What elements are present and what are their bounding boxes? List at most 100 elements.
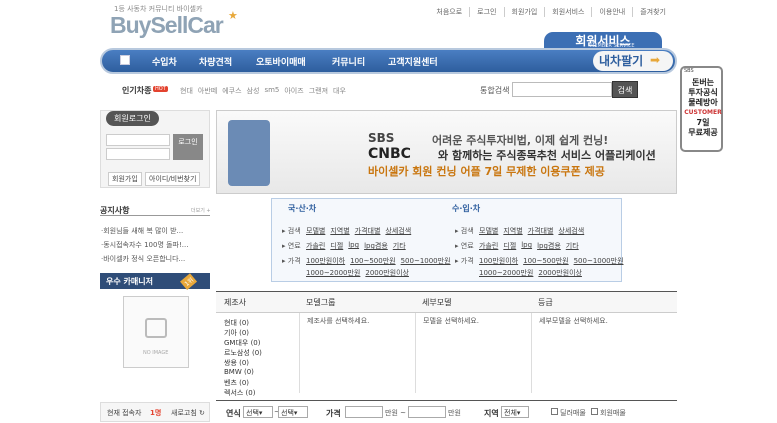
link[interactable]: 2000만원이상 (365, 268, 409, 278)
year-from-select[interactable]: 선택▾ (243, 406, 273, 418)
link[interactable]: lpg겸용 (537, 241, 561, 251)
maker-item[interactable]: 렉서스 (0) (224, 388, 255, 398)
password-input[interactable] (106, 148, 170, 160)
link[interactable]: 500~1000만원 (574, 256, 624, 266)
search-input[interactable] (512, 82, 612, 97)
link[interactable]: 가솔린 (479, 241, 498, 251)
link[interactable]: 2000만원이상 (538, 268, 582, 278)
link[interactable]: 디젤 (330, 241, 343, 251)
maker-item[interactable]: 기아 (0) (224, 328, 249, 338)
year-label: 연식 (226, 409, 241, 418)
notice-more-link[interactable]: 더보기 + (191, 207, 211, 214)
top-links: 처음으로 로그인 회원가입 회원서비스 이용안내 즐겨찾기 (429, 7, 673, 17)
link[interactable]: 가격대별 (355, 226, 381, 236)
top-link-member-service[interactable]: 회원서비스 (545, 7, 593, 17)
region-select[interactable]: 전체▾ (501, 406, 529, 418)
link[interactable]: 모델별 (306, 226, 325, 236)
link[interactable]: 100~500만원 (350, 256, 395, 266)
popular-brands: 현대 아반떼 에쿠스 삼성 sm5 아이즈 그랜져 대우 (180, 86, 346, 96)
top-link-login[interactable]: 로그인 (470, 7, 505, 17)
unit-text: 만원 ~ (385, 409, 406, 417)
join-button[interactable]: 회원가입 (108, 172, 142, 186)
grade-hint: 세부모델을 선택하세요. (539, 317, 608, 325)
link[interactable]: 상세검색 (385, 226, 411, 236)
notice-item[interactable]: ·회원님들 새해 복 많이 받... (101, 226, 183, 236)
link[interactable]: 1000~2000만원 (479, 268, 533, 278)
popular-brand[interactable]: 현대 (180, 86, 193, 96)
grid-header-grade: 등급 (538, 298, 553, 307)
link[interactable]: 기타 (566, 241, 579, 251)
domestic-title: 국·산·차 (288, 204, 317, 213)
search-button[interactable]: 검색 (612, 81, 638, 98)
maker-item[interactable]: 벤츠 (0) (224, 378, 249, 388)
popular-brand[interactable]: 대우 (333, 86, 346, 96)
popular-brand[interactable]: 에쿠스 (222, 86, 241, 96)
phone-ad-line: CUSTOMER (684, 109, 722, 116)
link[interactable]: 가솔린 (306, 241, 325, 251)
popular-brand[interactable]: 아반떼 (198, 86, 217, 96)
link[interactable]: 1000~2000만원 (306, 268, 360, 278)
phone-ad-line: 돈버는 (691, 78, 715, 87)
maker-item[interactable]: BMW (0) (224, 368, 254, 376)
member-label: 회원매물 (600, 409, 626, 417)
refresh-button[interactable]: 새로고침 ↻ (171, 408, 205, 418)
top-link-home[interactable]: 처음으로 (429, 7, 471, 17)
site-logo[interactable]: BuySellCar (110, 12, 224, 39)
maker-item[interactable]: 쌍용 (0) (224, 358, 249, 368)
home-icon[interactable] (120, 55, 130, 65)
price-max-input[interactable] (408, 406, 446, 418)
link[interactable]: 모델별 (479, 226, 498, 236)
link[interactable]: 기타 (393, 241, 406, 251)
grid-header-maker: 제조사 (224, 298, 247, 307)
divider (100, 215, 210, 216)
import-price-links-1: 100만원이하 100~500만원 500~1000만원 (479, 256, 624, 266)
link[interactable]: 상세검색 (558, 226, 584, 236)
import-search-label: ▸ 검색 (455, 227, 474, 235)
link[interactable]: lpg (348, 241, 359, 251)
nav-motorcycle[interactable]: 오토바이매매 (256, 55, 306, 68)
link[interactable]: 가격대별 (528, 226, 554, 236)
nav-import-car[interactable]: 수입차 (152, 55, 177, 68)
popular-brand[interactable]: 아이즈 (284, 86, 303, 96)
nav-community[interactable]: 커뮤니티 (332, 55, 365, 68)
popular-brand[interactable]: 삼성 (247, 86, 260, 96)
notice-item[interactable]: ·동시접속자수 100명 돌파!... (101, 240, 188, 250)
maker-item[interactable]: 르노삼성 (0) (224, 348, 262, 358)
no-image-text: NO IMAGE (143, 350, 169, 356)
popular-cars-label: 인기차종 (122, 86, 152, 95)
link[interactable]: 100만원이하 (306, 256, 345, 266)
maker-item[interactable]: GM대우 (0) (224, 338, 261, 348)
notice-item[interactable]: ·바이셀카 정식 오픈합니다... (101, 254, 185, 264)
link[interactable]: 지역별 (330, 226, 349, 236)
top-link-join[interactable]: 회원가입 (505, 7, 546, 17)
maker-item[interactable]: 현대 (0) (224, 318, 249, 328)
dealer-checkbox[interactable] (551, 408, 558, 415)
top-link-guide[interactable]: 이용안내 (592, 7, 634, 17)
link[interactable]: 지역별 (503, 226, 522, 236)
link[interactable]: 디젤 (503, 241, 516, 251)
visitors-label: 현재 접속자 (107, 409, 142, 417)
import-price-links-2: 1000~2000만원 2000만원이상 (479, 268, 582, 278)
price-min-input[interactable] (345, 406, 383, 418)
link[interactable]: lpg (521, 241, 532, 251)
domestic-price-links-1: 100만원이하 100~500만원 500~1000만원 (306, 256, 451, 266)
id-input[interactable] (106, 134, 170, 146)
year-to-select[interactable]: 선택▾ (278, 406, 308, 418)
link[interactable]: 500~1000만원 (401, 256, 451, 266)
nav-estimate[interactable]: 차량견적 (199, 55, 232, 68)
top-link-bookmark[interactable]: 즐겨찾기 (633, 7, 673, 17)
login-button[interactable]: 로그인 (173, 134, 203, 160)
link[interactable]: lpg겸용 (364, 241, 388, 251)
import-search-links: 모델별 지역별 가격대별 상세검색 (479, 226, 584, 236)
nav-support[interactable]: 고객지원센터 (388, 55, 438, 68)
find-account-button[interactable]: 아이디/비번찾기 (145, 172, 201, 186)
import-fuel-label: ▸ 연료 (455, 242, 474, 250)
hot-badge: HOT (153, 86, 168, 92)
link[interactable]: 100~500만원 (523, 256, 568, 266)
sell-my-car-button[interactable]: 내차팔기 (593, 51, 673, 71)
link[interactable]: 100만원이하 (479, 256, 518, 266)
popular-brand[interactable]: 그랜져 (309, 86, 328, 96)
member-checkbox[interactable] (591, 408, 598, 415)
phone-ad-sbs: SBS (684, 68, 694, 74)
popular-brand[interactable]: sm5 (264, 86, 279, 96)
